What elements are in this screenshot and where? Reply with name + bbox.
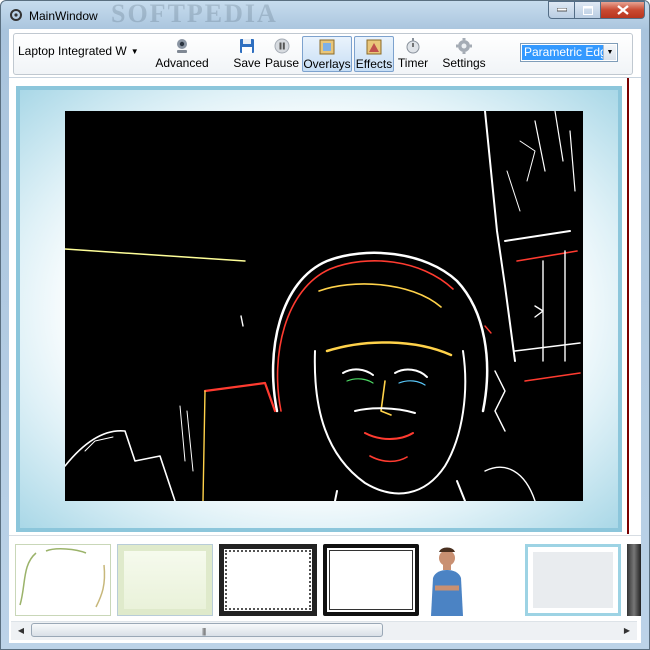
caption-buttons	[548, 1, 645, 19]
close-button[interactable]	[601, 1, 645, 19]
overlay-thumb-brush[interactable]	[323, 544, 419, 616]
minimize-button[interactable]	[548, 1, 575, 19]
man-cutout-icon	[431, 547, 463, 616]
vine-frame-icon	[19, 548, 106, 608]
minimize-icon	[556, 8, 567, 12]
chevron-left-icon: ◀	[17, 626, 25, 635]
app-icon	[9, 8, 23, 22]
edge-detected-image	[65, 111, 581, 501]
toolbar: Laptop Integrated W ▼ Advanced Save Paus…	[9, 29, 641, 78]
effects-label: Effects	[355, 57, 393, 71]
gear-icon	[455, 37, 473, 55]
overlay-thumb-man[interactable]	[425, 544, 469, 616]
scroll-right-button[interactable]: ▶	[619, 623, 635, 638]
client-area: Laptop Integrated W ▼ Advanced Save Paus…	[9, 29, 641, 643]
stopwatch-icon	[404, 37, 422, 55]
gallery-scrollbar[interactable]: ◀ ||| ▶	[11, 621, 637, 640]
watermark: SOFTPEDIA	[111, 0, 278, 28]
grip-icon: |||	[202, 627, 206, 636]
pause-button[interactable]: Pause	[265, 36, 299, 72]
pause-icon	[273, 37, 291, 55]
settings-button[interactable]: Settings	[439, 36, 489, 72]
chevron-right-icon: ▶	[623, 626, 631, 635]
close-icon	[616, 5, 629, 15]
scroll-left-button[interactable]: ◀	[13, 623, 29, 638]
scrollbar-thumb[interactable]: |||	[31, 623, 383, 637]
webcam-preview[interactable]	[65, 111, 583, 501]
overlay-frame	[16, 86, 622, 532]
maximize-button[interactable]	[575, 1, 601, 19]
effect-selector-value: Parametric Edge	[522, 45, 607, 60]
main-window: MainWindow SOFTPEDIA Laptop Integrated W…	[0, 0, 650, 650]
camera-selector-value: Laptop Integrated W	[18, 44, 127, 58]
save-label: Save	[233, 56, 261, 70]
overlay-thumb-vine[interactable]	[15, 544, 111, 616]
advanced-label: Advanced	[155, 56, 209, 70]
preview-border	[627, 78, 629, 534]
preview-area	[12, 78, 636, 534]
maximize-icon	[582, 5, 593, 15]
pause-label: Pause	[264, 56, 300, 70]
overlay-thumb-grunge[interactable]	[219, 544, 317, 616]
toolbar-panel: Laptop Integrated W ▼ Advanced Save Paus…	[13, 33, 633, 75]
save-button[interactable]: Save	[232, 36, 262, 72]
settings-label: Settings	[442, 56, 486, 70]
timer-button[interactable]: Timer	[396, 36, 430, 72]
overlay-thumb-soft-blue[interactable]	[525, 544, 621, 616]
effects-icon	[365, 38, 383, 56]
webcam-icon	[173, 37, 191, 55]
chevron-down-icon: ▼	[130, 46, 139, 56]
timer-label: Timer	[397, 56, 429, 70]
camera-selector[interactable]: Laptop Integrated W ▼	[18, 44, 139, 58]
chevron-down-icon[interactable]: ▼	[603, 45, 616, 60]
overlay-thumb-floral[interactable]	[117, 544, 213, 616]
effect-selector[interactable]: Parametric Edge ▼	[520, 43, 618, 62]
floppy-disk-icon	[238, 37, 256, 55]
overlays-icon	[318, 38, 336, 56]
overlays-label: Overlays	[303, 57, 351, 71]
effects-button[interactable]: Effects	[354, 36, 394, 72]
title-bar[interactable]: MainWindow SOFTPEDIA	[1, 1, 649, 29]
advanced-button[interactable]: Advanced	[152, 36, 212, 72]
overlays-button[interactable]: Overlays	[302, 36, 352, 72]
window-title: MainWindow	[29, 9, 98, 23]
overlay-thumb-dark[interactable]	[627, 544, 641, 616]
overlay-gallery	[9, 535, 641, 622]
